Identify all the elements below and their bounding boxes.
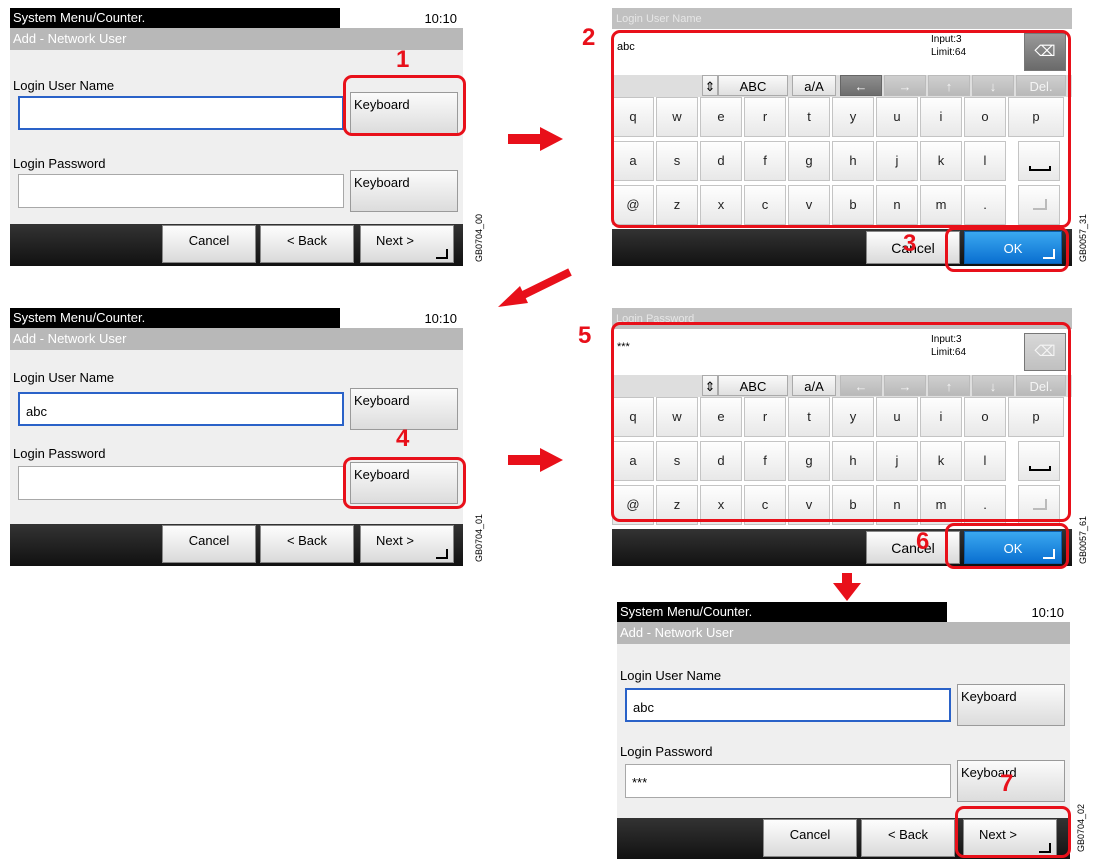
flow-arrows	[498, 127, 861, 601]
arrow-right-2-icon	[508, 448, 563, 472]
arrow-down-icon	[833, 573, 861, 601]
arrow-right-1-icon	[508, 127, 563, 151]
arrow-diagonal-icon	[498, 268, 572, 307]
